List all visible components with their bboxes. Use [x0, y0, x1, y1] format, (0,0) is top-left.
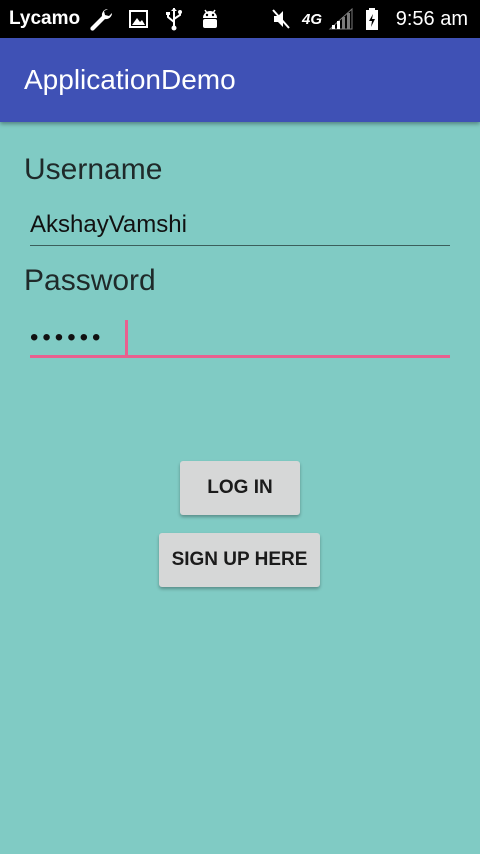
password-value: ••••••: [30, 324, 105, 351]
password-input[interactable]: ••••••: [30, 318, 450, 358]
network-type-label: 4G: [302, 11, 323, 28]
app-title: ApplicationDemo: [24, 64, 236, 95]
battery-icon: [366, 8, 378, 30]
password-label: Password: [24, 264, 156, 297]
signup-button[interactable]: SIGN UP HERE: [159, 533, 320, 587]
carrier-name: Lycamo: [9, 8, 81, 29]
login-button[interactable]: LOG IN: [180, 461, 300, 515]
password-underline: [30, 355, 450, 358]
username-value: AkshayVamshi: [30, 211, 187, 238]
app-bar: ApplicationDemo: [0, 38, 480, 122]
username-label: Username: [24, 153, 163, 186]
android-icon: [203, 9, 217, 28]
status-bar: Lycamo 4G 9:56 am: [0, 0, 480, 38]
username-underline: [30, 245, 450, 246]
signal-icon: [328, 7, 353, 30]
clock: 9:56 am: [395, 8, 468, 30]
mute-icon: [272, 9, 290, 29]
wrench-icon: [90, 8, 113, 31]
image-icon: [129, 10, 148, 28]
username-input[interactable]: AkshayVamshi: [30, 206, 450, 246]
text-cursor: [125, 320, 128, 356]
usb-icon: [166, 8, 182, 31]
